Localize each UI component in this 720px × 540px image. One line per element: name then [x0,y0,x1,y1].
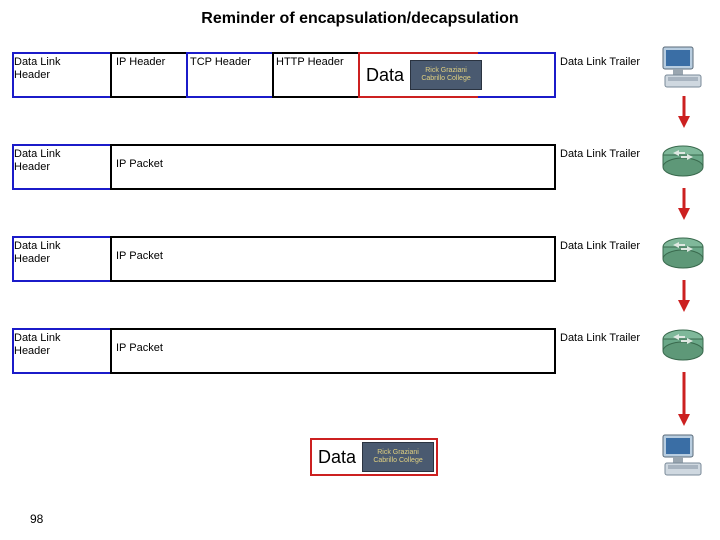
stamp-line2: Cabrillo College [421,75,470,83]
encap-row-2: Data Link Header IP Packet Data Link Tra… [12,138,702,200]
seg-ipkt [110,144,556,190]
router-icon [658,320,708,368]
label-ip-packet: IP Packet [116,158,163,170]
seg-fill [478,52,556,98]
slide-title: Reminder of encapsulation/decapsulation [0,0,720,34]
label-http-header: HTTP Header [276,56,362,69]
label-data-link-header: Data Link Header [14,148,94,174]
label-ip-packet: IP Packet [116,250,163,262]
author-stamp: Rick Graziani Cabrillo College [410,60,482,90]
encap-row-1: Data Link Header IP Header TCP Header HT… [12,46,702,108]
label-ip-header: IP Header [116,56,196,69]
seg-ipkt [110,236,556,282]
stamp-line1: Rick Graziani [377,449,419,457]
data-chip-bottom: Data Rick Graziani Cabrillo College [310,438,438,476]
pc-icon [658,44,708,92]
label-data-link-header: Data Link Header [14,240,94,266]
author-stamp: Rick Graziani Cabrillo College [362,442,434,472]
arrow-down-icon [678,190,690,220]
data-word: Data [314,447,362,468]
seg-ipkt [110,328,556,374]
router-icon [658,136,708,184]
label-data-link-header: Data Link Header [14,56,94,82]
stamp-line2: Cabrillo College [373,457,422,465]
label-data-link-header: Data Link Header [14,332,94,358]
encap-row-3: Data Link Header IP Packet Data Link Tra… [12,230,702,292]
pc-icon [658,432,708,480]
router-icon [658,228,708,276]
encap-row-4: Data Link Header IP Packet Data Link Tra… [12,322,702,384]
label-ip-packet: IP Packet [116,342,163,354]
arrow-down-icon [678,374,690,426]
data-word: Data [362,65,410,86]
arrow-down-icon [678,98,690,128]
arrow-down-icon [678,282,690,312]
slide-number: 98 [30,512,43,526]
label-tcp-header: TCP Header [190,56,276,69]
stamp-line1: Rick Graziani [425,67,467,75]
data-chip-row1: Data Rick Graziani Cabrillo College [362,58,482,92]
